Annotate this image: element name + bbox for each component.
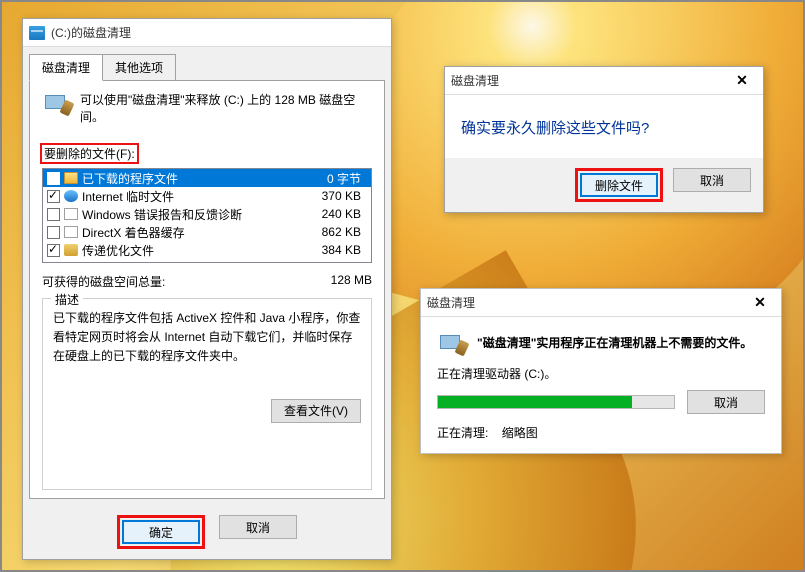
titlebar[interactable]: (C:)的磁盘清理: [23, 19, 391, 47]
checkbox[interactable]: [47, 190, 60, 203]
gain-label: 可获得的磁盘空间总量:: [42, 273, 331, 290]
progress-bar-row: 取消: [421, 390, 781, 414]
dialog-buttons: 确定 取消: [23, 505, 391, 559]
ie-icon: [64, 190, 78, 202]
cancel-button[interactable]: 取消: [219, 515, 297, 539]
confirm-dialog: 磁盘清理 ✕ 确实要永久删除这些文件吗? 删除文件 取消: [444, 66, 764, 213]
files-to-delete-label: 要删除的文件(F):: [42, 143, 372, 164]
file-list-row[interactable]: Windows 错误报告和反馈诊断 240 KB: [43, 205, 371, 223]
file-size: 0 字节: [307, 170, 367, 187]
highlight-red: 确定: [117, 515, 205, 549]
drive-icon: [29, 26, 45, 40]
cancel-button[interactable]: 取消: [673, 168, 751, 192]
doc-icon: [64, 226, 78, 238]
ok-button[interactable]: 确定: [122, 520, 200, 544]
status-value: 缩略图: [502, 426, 538, 440]
confirm-message: 确实要永久删除这些文件吗?: [445, 95, 763, 158]
lock-icon: [64, 244, 78, 256]
description-legend: 描述: [51, 291, 83, 308]
checkbox[interactable]: [47, 244, 60, 257]
file-list-row[interactable]: Internet 临时文件 370 KB: [43, 187, 371, 205]
titlebar[interactable]: 磁盘清理 ✕: [445, 67, 763, 95]
file-size: 370 KB: [307, 189, 367, 203]
file-name: Windows 错误报告和反馈诊断: [82, 206, 303, 223]
cleaning-label: 正在清理驱动器 (C:)。: [421, 357, 781, 382]
progress-bar: [437, 395, 675, 409]
window-title: (C:)的磁盘清理: [51, 24, 385, 41]
file-name: Internet 临时文件: [82, 188, 303, 205]
file-list-row[interactable]: 传递优化文件 384 KB: [43, 241, 371, 259]
progress-headline-row: "磁盘清理"实用程序正在清理机器上不需要的文件。: [421, 317, 781, 357]
intro-text: 可以使用"磁盘清理"来释放 (C:) 上的 128 MB 磁盘空间。: [80, 91, 372, 125]
file-size: 384 KB: [307, 243, 367, 257]
intro-row: 可以使用"磁盘清理"来释放 (C:) 上的 128 MB 磁盘空间。: [42, 91, 372, 125]
close-icon[interactable]: ✕: [727, 70, 757, 92]
window-title: 磁盘清理: [451, 72, 721, 89]
close-icon[interactable]: ✕: [745, 292, 775, 314]
delete-files-button[interactable]: 删除文件: [580, 173, 658, 197]
tab-disk-cleanup[interactable]: 磁盘清理: [29, 54, 103, 81]
status-row: 正在清理: 缩略图: [421, 414, 781, 441]
disk-cleanup-icon: [42, 91, 70, 113]
tab-panel: 可以使用"磁盘清理"来释放 (C:) 上的 128 MB 磁盘空间。 要删除的文…: [29, 80, 385, 499]
checkbox[interactable]: [47, 208, 60, 221]
files-list[interactable]: 已下载的程序文件0 字节Internet 临时文件 370 KB Windows 错…: [42, 168, 372, 263]
file-name: 传递优化文件: [82, 242, 303, 259]
status-label: 正在清理:: [437, 426, 488, 440]
doc-icon: [64, 208, 78, 220]
description-group: 描述 已下载的程序文件包括 ActiveX 控件和 Java 小程序，你查看特定…: [42, 298, 372, 490]
folder-icon: [64, 172, 78, 184]
highlight-red: 要删除的文件(F):: [40, 143, 139, 164]
cancel-button[interactable]: 取消: [687, 390, 765, 414]
file-list-row[interactable]: 已下载的程序文件0 字节: [43, 169, 371, 187]
file-list-row[interactable]: DirectX 着色器缓存 862 KB: [43, 223, 371, 241]
gain-value: 128 MB: [331, 273, 372, 290]
checkbox[interactable]: [47, 226, 60, 239]
window-title: 磁盘清理: [427, 294, 739, 311]
file-size: 240 KB: [307, 207, 367, 221]
progress-headline: "磁盘清理"实用程序正在清理机器上不需要的文件。: [477, 334, 752, 351]
progress-fill: [438, 396, 632, 408]
disk-cleanup-window: (C:)的磁盘清理 磁盘清理 其他选项 可以使用"磁盘清理"来释放 (C:) 上…: [22, 18, 392, 560]
file-name: DirectX 着色器缓存: [82, 224, 303, 241]
checkbox[interactable]: [47, 172, 60, 185]
tab-other-options[interactable]: 其他选项: [102, 54, 176, 81]
gain-row: 可获得的磁盘空间总量: 128 MB: [42, 273, 372, 290]
disk-cleanup-icon: [437, 331, 465, 353]
progress-dialog: 磁盘清理 ✕ "磁盘清理"实用程序正在清理机器上不需要的文件。 正在清理驱动器 …: [420, 288, 782, 454]
description-text: 已下载的程序文件包括 ActiveX 控件和 Java 小程序，你查看特定网页时…: [53, 309, 361, 367]
file-name: 已下载的程序文件: [82, 170, 303, 187]
tabs-strip: 磁盘清理 其他选项: [23, 47, 391, 80]
confirm-footer: 删除文件 取消: [445, 158, 763, 212]
view-files-button[interactable]: 查看文件(V): [271, 399, 361, 423]
highlight-red: 删除文件: [575, 168, 663, 202]
file-size: 862 KB: [307, 225, 367, 239]
screenshot-frame: (C:)的磁盘清理 磁盘清理 其他选项 可以使用"磁盘清理"来释放 (C:) 上…: [0, 0, 805, 572]
titlebar[interactable]: 磁盘清理 ✕: [421, 289, 781, 317]
